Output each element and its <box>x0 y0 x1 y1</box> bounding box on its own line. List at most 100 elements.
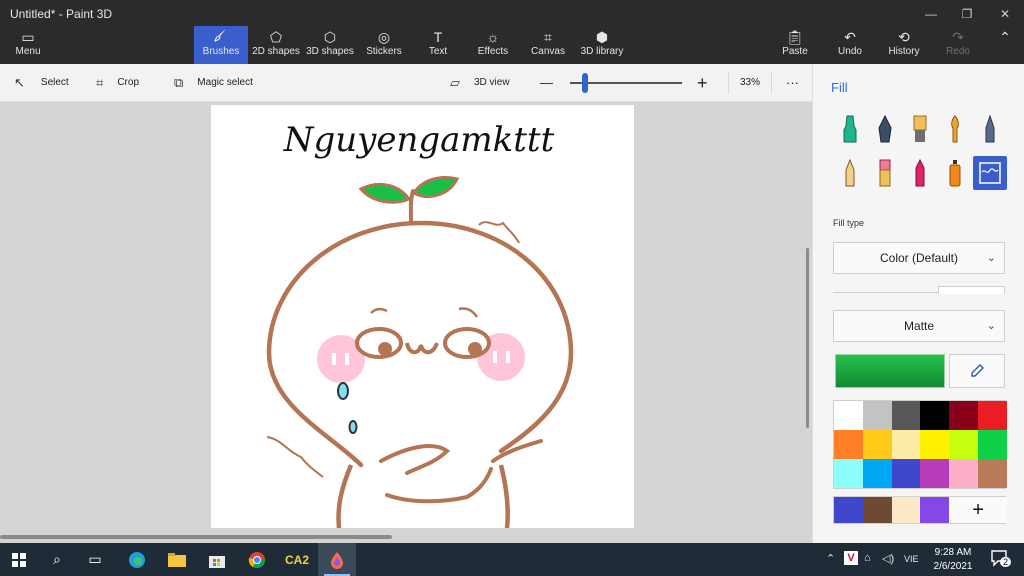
divider-box <box>938 286 1005 294</box>
oil-brush[interactable] <box>903 112 937 146</box>
tab-effects[interactable]: ☼ Effects <box>472 26 514 64</box>
zoom-slider-thumb[interactable] <box>582 73 588 93</box>
view-3d-icon: ▱ <box>450 75 460 90</box>
magic-select-tool[interactable]: ⧉ Magic select <box>174 64 253 102</box>
fill-type-label: Fill type <box>833 218 865 228</box>
eraser-brush[interactable] <box>868 156 902 190</box>
taskbar: ⌕ ▭ CA2 ⌃ V ⌂ ◁) VIE 9:28 AM 2/6/2021 2 <box>0 543 1024 576</box>
edge-icon <box>129 551 145 568</box>
window-title: Untitled* - Paint 3D <box>10 7 113 21</box>
network-icon[interactable]: ⌂ <box>864 552 871 564</box>
fill-type-dropdown[interactable]: Color (Default) ⌄ <box>833 242 1005 274</box>
fill-brush[interactable] <box>973 156 1007 190</box>
marker-brush[interactable] <box>833 112 867 146</box>
close-button[interactable]: ✕ <box>990 4 1020 24</box>
canvas-icon: ⌗ <box>544 29 552 45</box>
toolbar: ↖ Select ⌗ Crop ⧉ Magic select ▱ 3D view… <box>0 64 812 102</box>
store-icon <box>209 555 225 568</box>
palette-swatch[interactable] <box>920 430 950 459</box>
chevron-up-icon[interactable]: ⌃ <box>826 552 835 565</box>
volume-icon[interactable]: ◁) <box>882 552 894 565</box>
vertical-scrollbar[interactable] <box>806 248 809 428</box>
palette-swatch[interactable] <box>862 401 892 430</box>
palette-swatch[interactable] <box>834 430 863 459</box>
tab-text[interactable]: T Text <box>420 26 456 64</box>
crayon-brush[interactable] <box>903 156 937 190</box>
minimize-button[interactable]: — <box>916 4 946 24</box>
redo-button[interactable]: ↷ Redo <box>940 26 976 64</box>
tab-canvas[interactable]: ⌗ Canvas <box>528 26 568 64</box>
paste-button[interactable]: 📋︎ Paste <box>776 26 814 64</box>
clock[interactable]: 9:28 AM 2/6/2021 <box>922 546 984 574</box>
crayon-icon <box>915 158 925 187</box>
zoom-level[interactable]: 33% <box>728 72 772 94</box>
eyedropper-button[interactable] <box>949 354 1005 388</box>
redo-icon: ↷ <box>952 29 964 45</box>
palette-swatch[interactable] <box>891 401 921 430</box>
language-indicator[interactable]: VIE <box>904 554 919 564</box>
palette-swatch[interactable] <box>891 430 921 459</box>
sun-icon: ☼ <box>486 29 500 45</box>
collapse-ribbon-button[interactable]: ⌃ <box>994 26 1016 64</box>
antivirus-tray-icon[interactable]: V <box>844 551 858 565</box>
palette-swatch[interactable] <box>862 430 892 459</box>
zoom-in-button[interactable]: + <box>697 64 708 102</box>
chevron-down-icon: ⌄ <box>986 320 996 332</box>
undo-icon: ↶ <box>844 29 856 45</box>
notification-center-button[interactable]: 2 <box>990 549 1012 570</box>
palette-swatch[interactable] <box>920 401 950 430</box>
add-color-button[interactable]: + <box>949 497 1007 523</box>
palette-swatch[interactable] <box>834 401 863 430</box>
drawing-canvas[interactable]: Nguyengamkttt <box>211 105 634 528</box>
palette-swatch[interactable] <box>949 401 979 430</box>
custom-color-swatch[interactable] <box>834 497 863 523</box>
zoom-out-button[interactable]: — <box>540 64 553 102</box>
custom-color-swatch[interactable] <box>891 497 921 523</box>
3d-view-button[interactable]: ▱ 3D view <box>450 64 510 102</box>
menu-button[interactable]: ▭ Menu <box>8 26 48 64</box>
custom-color-swatch[interactable] <box>920 497 950 523</box>
tab-brushes[interactable]: Brushes <box>194 26 248 64</box>
current-color-swatch[interactable] <box>835 354 945 388</box>
palette-swatch[interactable] <box>891 459 921 488</box>
tab-2d-shapes[interactable]: ⬠ 2D shapes <box>250 26 302 64</box>
finish-dropdown[interactable]: Matte ⌄ <box>833 310 1005 342</box>
tab-3d-library[interactable]: ⬢ 3D library <box>578 26 626 64</box>
chrome-button[interactable] <box>238 543 276 576</box>
start-button[interactable] <box>0 543 38 576</box>
panel-title: Fill <box>831 80 848 95</box>
file-explorer-button[interactable] <box>158 543 196 576</box>
crop-tool[interactable]: ⌗ Crop <box>96 64 139 102</box>
undo-button[interactable]: ↶ Undo <box>832 26 868 64</box>
select-tool[interactable]: ↖ Select <box>14 64 69 102</box>
ca2-app-button[interactable]: CA2 <box>278 543 316 576</box>
palette-swatch[interactable] <box>834 459 863 488</box>
maximize-button[interactable]: ❐ <box>952 4 982 24</box>
palette-swatch[interactable] <box>978 401 1007 430</box>
tab-stickers[interactable]: ◎ Stickers <box>362 26 406 64</box>
paint-3d-button[interactable] <box>318 543 356 576</box>
palette-swatch[interactable] <box>949 430 979 459</box>
palette-swatch[interactable] <box>862 459 892 488</box>
pencil-icon <box>845 158 855 187</box>
palette-swatch[interactable] <box>978 459 1007 488</box>
store-button[interactable] <box>198 543 236 576</box>
pencil-brush[interactable] <box>833 156 867 190</box>
search-icon: ⌕ <box>53 551 61 567</box>
calligraphy-pen-brush[interactable] <box>868 112 902 146</box>
search-button[interactable]: ⌕ <box>38 543 76 576</box>
watercolor-brush[interactable] <box>938 112 972 146</box>
task-view-button[interactable]: ▭ <box>76 543 114 576</box>
palette-swatch[interactable] <box>978 430 1007 459</box>
edge-button[interactable] <box>118 543 156 576</box>
palette-swatch[interactable] <box>949 459 979 488</box>
brushes-panel: Fill Fill type Color (Default) ⌄ Matte ⌄ <box>812 64 1024 543</box>
horizontal-scrollbar[interactable] <box>0 535 392 539</box>
palette-swatch[interactable] <box>920 459 950 488</box>
more-options-button[interactable]: ··· <box>786 64 799 102</box>
pixel-pen-brush[interactable] <box>973 112 1007 146</box>
spray-can-brush[interactable] <box>938 156 972 190</box>
history-button[interactable]: ⟲ History <box>882 26 926 64</box>
tab-3d-shapes[interactable]: ⬡ 3D shapes <box>304 26 356 64</box>
custom-color-swatch[interactable] <box>862 497 892 523</box>
